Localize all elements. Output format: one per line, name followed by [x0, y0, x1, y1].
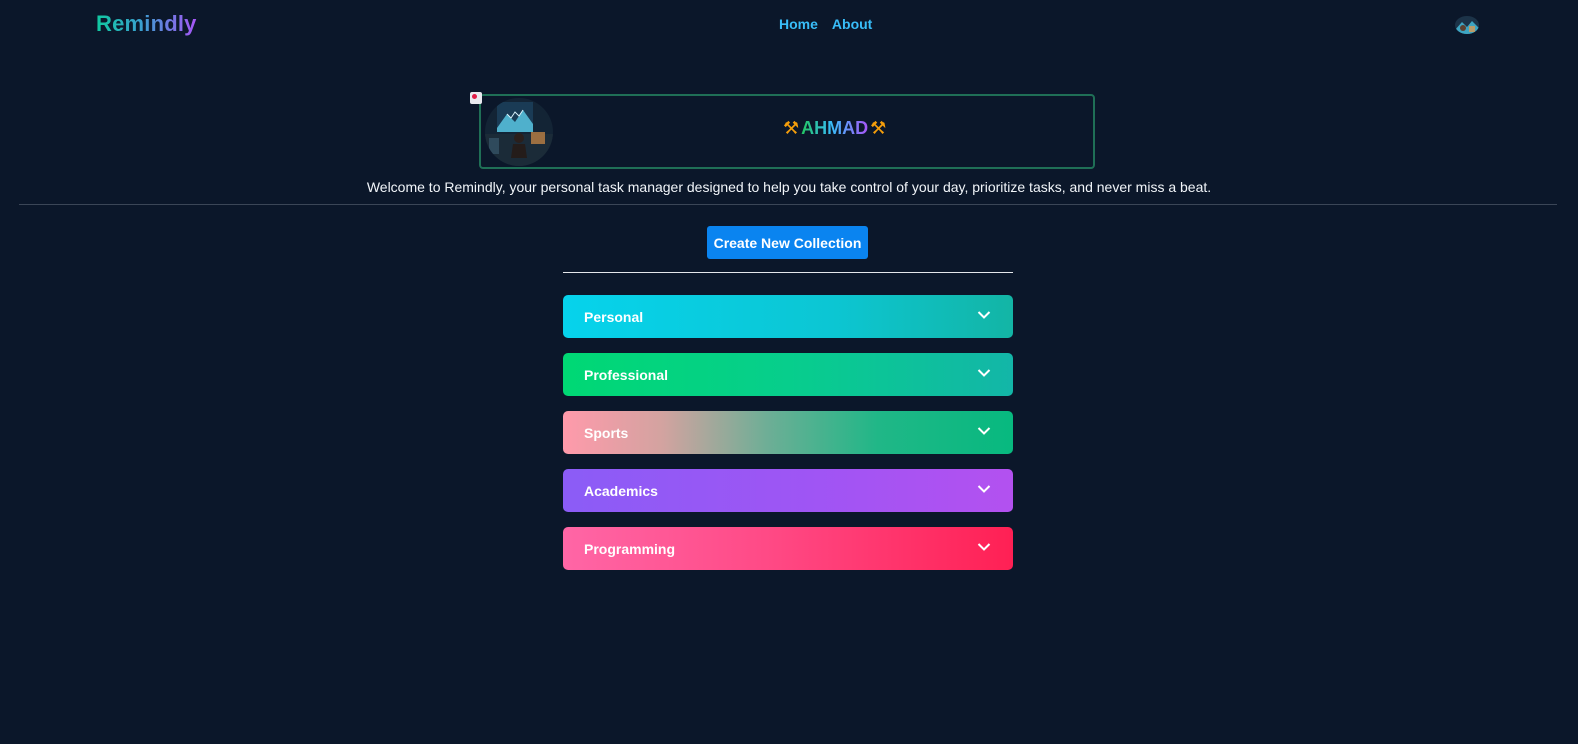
edit-badge-icon[interactable] [470, 92, 482, 104]
divider [563, 272, 1013, 273]
user-avatar-icon[interactable] [1455, 16, 1479, 34]
chevron-down-icon[interactable] [977, 310, 991, 320]
collection-professional[interactable]: Professional [563, 353, 1013, 396]
nav-link-about[interactable]: About [832, 16, 872, 32]
collection-list: Personal Professional Sports Academics P… [563, 295, 1013, 585]
navbar: Remindly Home About [0, 0, 1578, 50]
divider [19, 204, 1557, 205]
collection-sports[interactable]: Sports [563, 411, 1013, 454]
collection-label: Programming [584, 540, 676, 557]
collection-label: Personal [584, 308, 644, 325]
collection-label: Academics [584, 482, 658, 499]
collection-academics[interactable]: Academics [563, 469, 1013, 512]
profile-picture[interactable] [485, 98, 553, 166]
brand-logo[interactable]: Remindly [96, 11, 197, 37]
create-collection-button[interactable]: Create New Collection [707, 226, 868, 259]
profile-name-text: AHMAD [801, 118, 869, 138]
hammer-pick-icon: ⚒ [783, 118, 800, 139]
collection-personal[interactable]: Personal [563, 295, 1013, 338]
profile-name: ⚒ AHMAD ⚒ [783, 118, 886, 139]
hammer-pick-icon: ⚒ [870, 118, 887, 139]
collection-programming[interactable]: Programming [563, 527, 1013, 570]
nav-links: Home About [779, 16, 872, 32]
nav-link-home[interactable]: Home [779, 16, 818, 32]
welcome-text: Welcome to Remindly, your personal task … [366, 179, 1212, 195]
chevron-down-icon[interactable] [977, 426, 991, 436]
chevron-down-icon[interactable] [977, 542, 991, 552]
chevron-down-icon[interactable] [977, 368, 991, 378]
collection-label: Professional [584, 366, 669, 383]
collection-label: Sports [584, 424, 629, 441]
chevron-down-icon[interactable] [977, 484, 991, 494]
